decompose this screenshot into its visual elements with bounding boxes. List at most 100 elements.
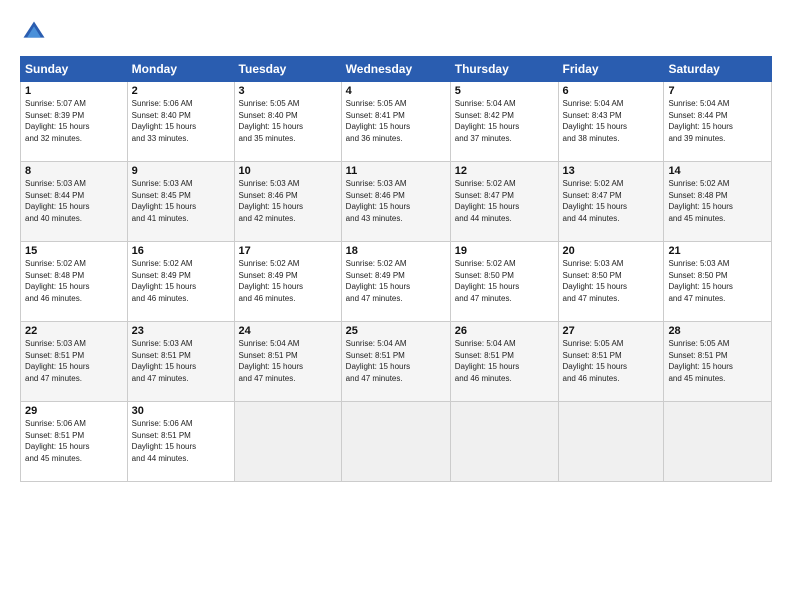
table-row: 22Sunrise: 5:03 AM Sunset: 8:51 PM Dayli… [21, 322, 128, 402]
table-row: 25Sunrise: 5:04 AM Sunset: 8:51 PM Dayli… [341, 322, 450, 402]
table-row: 3Sunrise: 5:05 AM Sunset: 8:40 PM Daylig… [234, 82, 341, 162]
day-number: 14 [668, 165, 767, 177]
calendar-table: SundayMondayTuesdayWednesdayThursdayFrid… [20, 56, 772, 482]
table-row: 13Sunrise: 5:02 AM Sunset: 8:47 PM Dayli… [558, 162, 664, 242]
day-number: 10 [239, 165, 337, 177]
day-info: Sunrise: 5:06 AM Sunset: 8:51 PM Dayligh… [25, 418, 123, 464]
table-row: 20Sunrise: 5:03 AM Sunset: 8:50 PM Dayli… [558, 242, 664, 322]
table-row [450, 402, 558, 482]
day-info: Sunrise: 5:04 AM Sunset: 8:51 PM Dayligh… [239, 338, 337, 384]
day-info: Sunrise: 5:05 AM Sunset: 8:51 PM Dayligh… [563, 338, 660, 384]
table-row: 6Sunrise: 5:04 AM Sunset: 8:43 PM Daylig… [558, 82, 664, 162]
day-info: Sunrise: 5:02 AM Sunset: 8:49 PM Dayligh… [239, 258, 337, 304]
table-row: 17Sunrise: 5:02 AM Sunset: 8:49 PM Dayli… [234, 242, 341, 322]
day-number: 18 [346, 245, 446, 257]
page: SundayMondayTuesdayWednesdayThursdayFrid… [0, 0, 792, 612]
day-number: 16 [132, 245, 230, 257]
day-number: 29 [25, 405, 123, 417]
day-info: Sunrise: 5:06 AM Sunset: 8:51 PM Dayligh… [132, 418, 230, 464]
day-number: 6 [563, 85, 660, 97]
table-row: 15Sunrise: 5:02 AM Sunset: 8:48 PM Dayli… [21, 242, 128, 322]
day-number: 21 [668, 245, 767, 257]
table-row: 26Sunrise: 5:04 AM Sunset: 8:51 PM Dayli… [450, 322, 558, 402]
day-number: 5 [455, 85, 554, 97]
table-row: 11Sunrise: 5:03 AM Sunset: 8:46 PM Dayli… [341, 162, 450, 242]
day-info: Sunrise: 5:03 AM Sunset: 8:50 PM Dayligh… [668, 258, 767, 304]
day-info: Sunrise: 5:04 AM Sunset: 8:42 PM Dayligh… [455, 98, 554, 144]
table-row: 18Sunrise: 5:02 AM Sunset: 8:49 PM Dayli… [341, 242, 450, 322]
weekday-header: Thursday [450, 57, 558, 82]
day-number: 4 [346, 85, 446, 97]
header [20, 18, 772, 46]
table-row: 5Sunrise: 5:04 AM Sunset: 8:42 PM Daylig… [450, 82, 558, 162]
day-number: 15 [25, 245, 123, 257]
day-info: Sunrise: 5:04 AM Sunset: 8:51 PM Dayligh… [455, 338, 554, 384]
logo [20, 18, 54, 46]
day-info: Sunrise: 5:03 AM Sunset: 8:45 PM Dayligh… [132, 178, 230, 224]
day-number: 28 [668, 325, 767, 337]
table-row: 29Sunrise: 5:06 AM Sunset: 8:51 PM Dayli… [21, 402, 128, 482]
day-info: Sunrise: 5:03 AM Sunset: 8:51 PM Dayligh… [132, 338, 230, 384]
day-number: 25 [346, 325, 446, 337]
day-number: 24 [239, 325, 337, 337]
weekday-header: Wednesday [341, 57, 450, 82]
weekday-header: Friday [558, 57, 664, 82]
day-info: Sunrise: 5:02 AM Sunset: 8:47 PM Dayligh… [563, 178, 660, 224]
table-row: 24Sunrise: 5:04 AM Sunset: 8:51 PM Dayli… [234, 322, 341, 402]
day-info: Sunrise: 5:06 AM Sunset: 8:40 PM Dayligh… [132, 98, 230, 144]
day-info: Sunrise: 5:03 AM Sunset: 8:50 PM Dayligh… [563, 258, 660, 304]
table-row: 4Sunrise: 5:05 AM Sunset: 8:41 PM Daylig… [341, 82, 450, 162]
day-number: 9 [132, 165, 230, 177]
day-number: 22 [25, 325, 123, 337]
table-row: 10Sunrise: 5:03 AM Sunset: 8:46 PM Dayli… [234, 162, 341, 242]
day-number: 8 [25, 165, 123, 177]
weekday-header: Monday [127, 57, 234, 82]
day-number: 13 [563, 165, 660, 177]
day-number: 23 [132, 325, 230, 337]
day-info: Sunrise: 5:02 AM Sunset: 8:49 PM Dayligh… [132, 258, 230, 304]
day-info: Sunrise: 5:02 AM Sunset: 8:49 PM Dayligh… [346, 258, 446, 304]
day-info: Sunrise: 5:04 AM Sunset: 8:43 PM Dayligh… [563, 98, 660, 144]
logo-icon [20, 18, 48, 46]
table-row: 7Sunrise: 5:04 AM Sunset: 8:44 PM Daylig… [664, 82, 772, 162]
table-row: 21Sunrise: 5:03 AM Sunset: 8:50 PM Dayli… [664, 242, 772, 322]
day-number: 20 [563, 245, 660, 257]
table-row [234, 402, 341, 482]
day-info: Sunrise: 5:02 AM Sunset: 8:48 PM Dayligh… [25, 258, 123, 304]
day-info: Sunrise: 5:03 AM Sunset: 8:46 PM Dayligh… [239, 178, 337, 224]
day-info: Sunrise: 5:05 AM Sunset: 8:41 PM Dayligh… [346, 98, 446, 144]
day-number: 1 [25, 85, 123, 97]
table-row: 16Sunrise: 5:02 AM Sunset: 8:49 PM Dayli… [127, 242, 234, 322]
day-number: 26 [455, 325, 554, 337]
day-number: 12 [455, 165, 554, 177]
day-number: 2 [132, 85, 230, 97]
day-number: 30 [132, 405, 230, 417]
day-info: Sunrise: 5:05 AM Sunset: 8:40 PM Dayligh… [239, 98, 337, 144]
table-row [664, 402, 772, 482]
day-info: Sunrise: 5:02 AM Sunset: 8:48 PM Dayligh… [668, 178, 767, 224]
day-info: Sunrise: 5:05 AM Sunset: 8:51 PM Dayligh… [668, 338, 767, 384]
table-row [558, 402, 664, 482]
table-row: 19Sunrise: 5:02 AM Sunset: 8:50 PM Dayli… [450, 242, 558, 322]
day-info: Sunrise: 5:03 AM Sunset: 8:46 PM Dayligh… [346, 178, 446, 224]
table-row: 27Sunrise: 5:05 AM Sunset: 8:51 PM Dayli… [558, 322, 664, 402]
table-row: 23Sunrise: 5:03 AM Sunset: 8:51 PM Dayli… [127, 322, 234, 402]
day-number: 3 [239, 85, 337, 97]
day-info: Sunrise: 5:07 AM Sunset: 8:39 PM Dayligh… [25, 98, 123, 144]
day-info: Sunrise: 5:04 AM Sunset: 8:51 PM Dayligh… [346, 338, 446, 384]
day-info: Sunrise: 5:02 AM Sunset: 8:50 PM Dayligh… [455, 258, 554, 304]
day-info: Sunrise: 5:02 AM Sunset: 8:47 PM Dayligh… [455, 178, 554, 224]
day-info: Sunrise: 5:04 AM Sunset: 8:44 PM Dayligh… [668, 98, 767, 144]
day-number: 27 [563, 325, 660, 337]
table-row: 9Sunrise: 5:03 AM Sunset: 8:45 PM Daylig… [127, 162, 234, 242]
day-number: 11 [346, 165, 446, 177]
table-row: 14Sunrise: 5:02 AM Sunset: 8:48 PM Dayli… [664, 162, 772, 242]
table-row: 1Sunrise: 5:07 AM Sunset: 8:39 PM Daylig… [21, 82, 128, 162]
weekday-header: Tuesday [234, 57, 341, 82]
day-number: 17 [239, 245, 337, 257]
weekday-header: Saturday [664, 57, 772, 82]
table-row: 30Sunrise: 5:06 AM Sunset: 8:51 PM Dayli… [127, 402, 234, 482]
day-number: 7 [668, 85, 767, 97]
table-row: 28Sunrise: 5:05 AM Sunset: 8:51 PM Dayli… [664, 322, 772, 402]
weekday-header: Sunday [21, 57, 128, 82]
